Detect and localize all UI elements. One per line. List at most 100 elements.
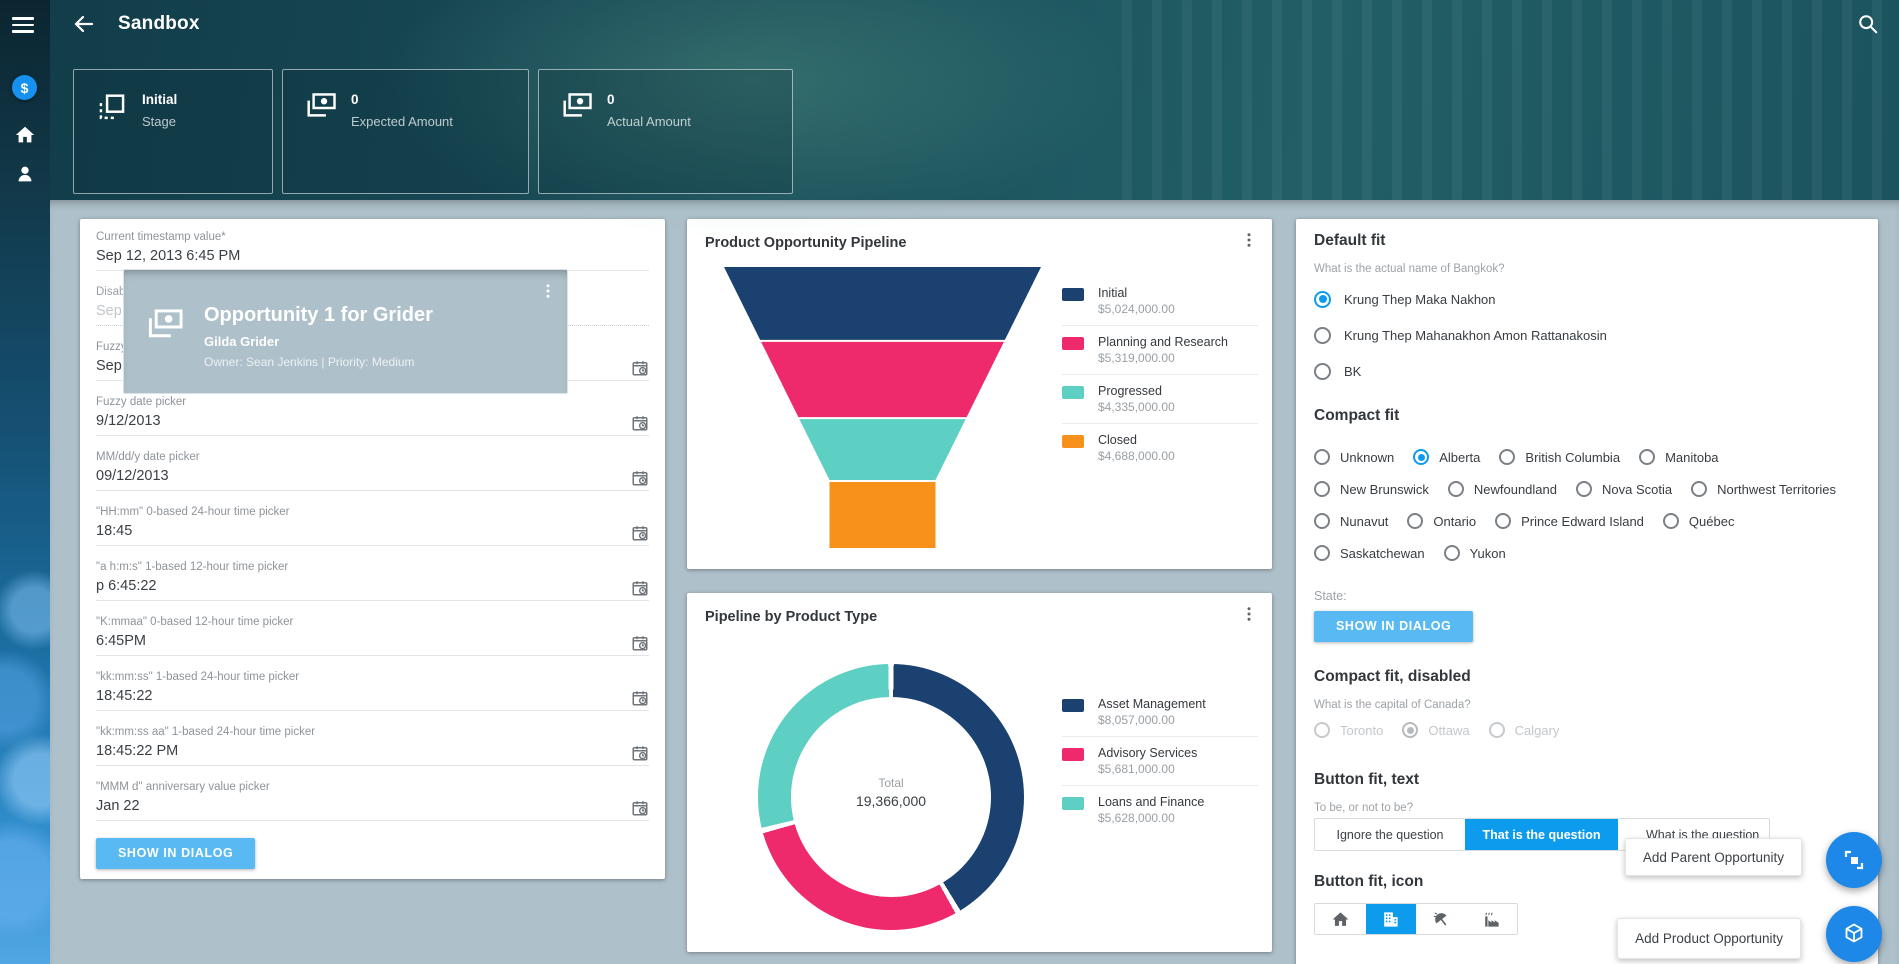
date-field[interactable]: 09/12/2013 [96,468,649,491]
legend-color-chip [1062,288,1084,301]
radio-icon[interactable] [1691,481,1707,497]
radio-option[interactable]: BK [1314,353,1860,389]
calendar-clock-icon[interactable] [631,359,649,377]
back-arrow-icon[interactable] [72,12,96,36]
radio-icon[interactable] [1576,481,1592,497]
radio-label[interactable]: Nunavut [1340,514,1388,529]
money-bill-icon [305,92,337,122]
person-icon[interactable] [14,163,36,185]
hero-cards-row: Opportunity 1 for Grider Gilda Grider Ow… [73,69,1899,194]
time-field[interactable]: 18:45:22 [96,688,649,711]
page-title: Sandbox [118,13,200,35]
time-field[interactable]: 18:45:22 PM [96,743,649,766]
cube-icon [1842,922,1866,946]
radio-icon[interactable] [1495,513,1511,529]
legend-value: $4,688,000.00 [1098,449,1258,463]
radio-icon[interactable] [1448,481,1464,497]
opportunity-title: Opportunity 1 for Grider [204,304,433,327]
calendar-clock-icon[interactable] [631,634,649,652]
search-icon[interactable] [1857,13,1879,35]
radio-row: Unknown Alberta British Columbia Manitob… [1314,441,1860,473]
kebab-menu-icon[interactable] [539,282,557,302]
dollar-icon[interactable]: $ [12,75,37,100]
question-label: What is the capital of Canada? [1314,699,1860,711]
radio-icon[interactable] [1314,363,1331,380]
legend-color-chip [1062,797,1084,810]
field-label: "MMM d" anniversary value picker [96,781,649,793]
radio-label[interactable]: New Brunswick [1340,482,1429,497]
radio-label[interactable]: British Columbia [1525,450,1620,465]
radio-icon[interactable] [1639,449,1655,465]
opportunity-contact: Gilda Grider [204,334,279,349]
radio-icon[interactable] [1314,545,1330,561]
field-label: "kk:mm:ss" 1-based 24-hour time picker [96,671,649,683]
legend-label: Advisory Services [1098,746,1258,760]
radio-label[interactable]: Prince Edward Island [1521,514,1644,529]
timestamp-field[interactable]: Sep 12, 2013 6:45 PM [96,248,649,271]
radio-icon[interactable] [1314,513,1330,529]
funnel-chart [687,253,1077,553]
time-field[interactable]: 18:45 [96,523,649,546]
time-field[interactable]: 6:45PM [96,633,649,656]
home-icon[interactable] [14,124,36,146]
show-in-dialog-button[interactable]: SHOW IN DIALOG [96,838,255,869]
radio-option[interactable]: Krung Thep Maka Nakhon [1314,281,1860,317]
radio-label[interactable]: Manitoba [1665,450,1718,465]
icon-button-group [1314,903,1518,935]
toggle-button[interactable]: Ignore the question [1315,819,1465,850]
radio-icon[interactable] [1663,513,1679,529]
radio-label[interactable]: Québec [1689,514,1735,529]
kebab-menu-icon[interactable] [1240,231,1258,251]
calendar-clock-icon[interactable] [631,469,649,487]
calendar-clock-icon[interactable] [631,579,649,597]
radio-icon[interactable] [1314,449,1330,465]
donut-chart-card: Pipeline by Product Type Total 19,366,00… [687,593,1272,952]
legend-label: Closed [1098,433,1258,447]
office-building-icon[interactable] [1366,904,1417,934]
radio-icon[interactable] [1444,545,1460,561]
legend-value: $8,057,000.00 [1098,713,1258,727]
radio-row: Saskatchewan Yukon [1314,537,1860,569]
show-in-dialog-button[interactable]: SHOW IN DIALOG [1314,611,1473,642]
radio-row: Nunavut Ontario Prince Edward Island Qué… [1314,505,1860,537]
radio-label[interactable]: Newfoundland [1474,482,1557,497]
calendar-clock-icon[interactable] [631,689,649,707]
legend-label: Progressed [1098,384,1258,398]
chart-title: Pipeline by Product Type [705,609,877,625]
radio-label[interactable]: Yukon [1470,546,1506,561]
stage-value: Initial [142,92,177,107]
add-product-opportunity-fab[interactable] [1826,906,1882,962]
umbrella-icon[interactable] [1416,904,1467,934]
section-heading: Compact fit [1314,407,1860,425]
radio-label[interactable]: Unknown [1340,450,1394,465]
radio-icon[interactable] [1314,327,1331,344]
factory-icon[interactable] [1467,904,1518,934]
field-row: "MMM d" anniversary value picker Jan 22 [96,771,649,826]
radio-label[interactable]: Nova Scotia [1602,482,1672,497]
home-icon[interactable] [1315,904,1366,934]
radio-icon[interactable] [1314,481,1330,497]
time-field[interactable]: p 6:45:22 [96,578,649,601]
radio-selected-icon[interactable] [1413,449,1429,465]
radio-icon[interactable] [1499,449,1515,465]
legend-value: $5,319,000.00 [1098,351,1258,365]
kebab-menu-icon[interactable] [1240,605,1258,625]
calendar-clock-icon[interactable] [631,414,649,432]
radio-label[interactable]: Alberta [1439,450,1480,465]
radio-option[interactable]: Krung Thep Mahanakhon Amon Rattanakosin [1314,317,1860,353]
add-parent-opportunity-fab[interactable] [1826,832,1882,888]
field-label: Fuzzy date picker [96,396,649,408]
calendar-clock-icon[interactable] [631,799,649,817]
calendar-clock-icon[interactable] [631,524,649,542]
radio-label[interactable]: Saskatchewan [1340,546,1425,561]
toggle-button-selected[interactable]: That is the question [1465,819,1618,850]
radio-label[interactable]: Ontario [1433,514,1476,529]
anniversary-field[interactable]: Jan 22 [96,798,649,821]
calendar-clock-icon[interactable] [631,744,649,762]
hamburger-icon[interactable] [12,13,34,35]
date-field[interactable]: 9/12/2013 [96,413,649,436]
radio-label[interactable]: Northwest Territories [1717,482,1836,497]
add-product-opportunity-tooltip: Add Product Opportunity [1617,918,1801,959]
radio-selected-icon[interactable] [1314,291,1331,308]
radio-icon[interactable] [1407,513,1423,529]
